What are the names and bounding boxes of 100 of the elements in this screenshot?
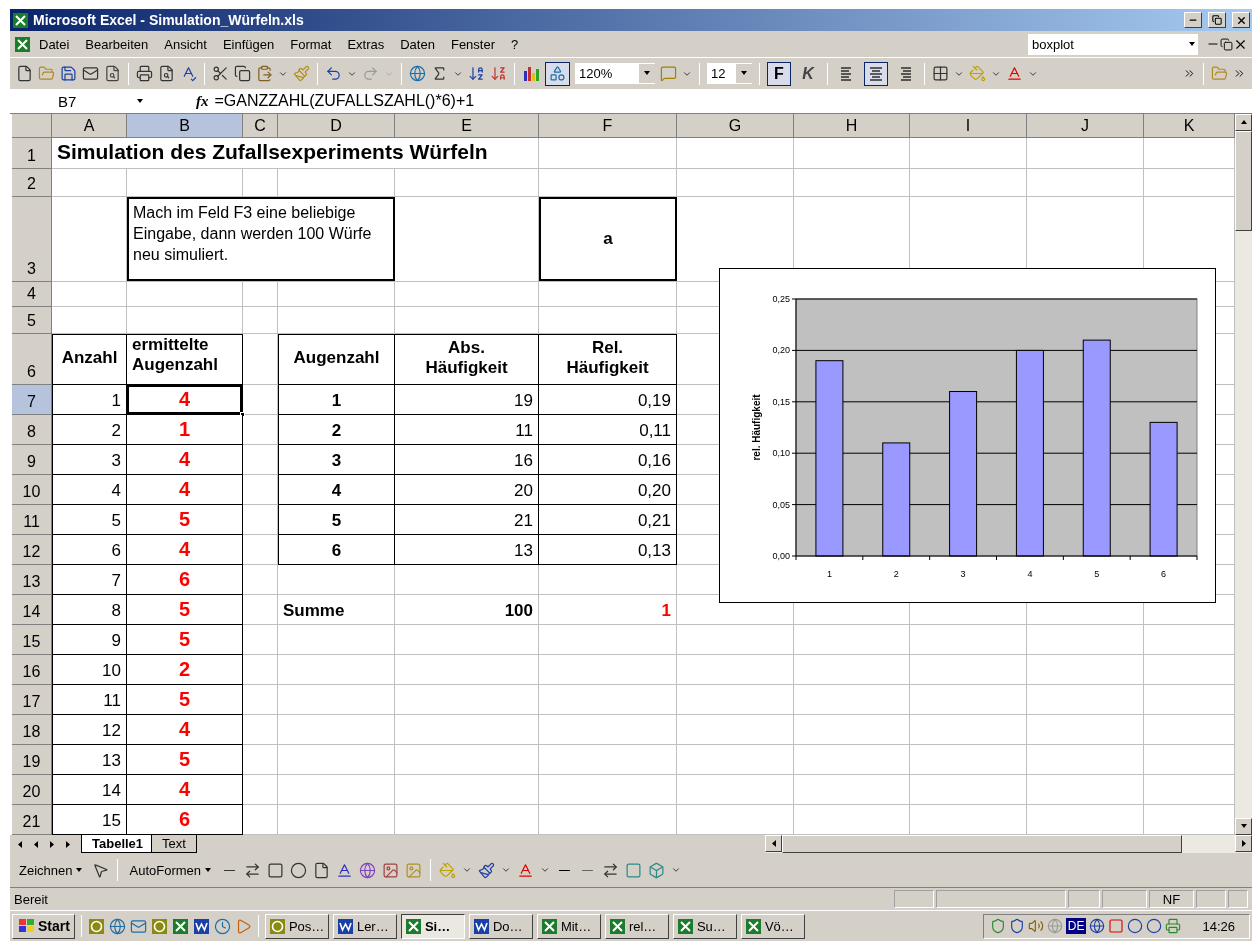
scroll-left-icon[interactable] xyxy=(769,839,778,848)
column-header[interactable]: F xyxy=(539,114,677,138)
menu-item[interactable]: Einfügen xyxy=(214,34,283,54)
row-header[interactable]: 14 xyxy=(12,595,52,625)
word-icon[interactable] xyxy=(336,917,354,935)
font-size-dropdown[interactable]: 12 xyxy=(707,63,752,84)
column-header[interactable]: D xyxy=(278,114,395,138)
row-header[interactable]: 3 xyxy=(12,197,52,282)
taskbar-button[interactable]: rel… xyxy=(604,913,669,939)
column-header[interactable]: B xyxy=(127,114,243,138)
excel-icon[interactable] xyxy=(12,11,29,29)
font-color-icon[interactable] xyxy=(517,861,535,879)
rectangle-icon[interactable] xyxy=(267,861,285,879)
row-header[interactable]: 4 xyxy=(12,282,52,307)
shield-icon[interactable] xyxy=(1008,918,1025,934)
menu-item[interactable]: Daten xyxy=(392,34,443,54)
column-header[interactable]: J xyxy=(1027,114,1144,138)
horizontal-scrollbar[interactable] xyxy=(765,835,1252,853)
mail-icon[interactable] xyxy=(129,917,147,935)
clock-icon[interactable] xyxy=(150,917,168,935)
globe-icon[interactable] xyxy=(1089,918,1106,934)
word-icon[interactable] xyxy=(472,917,490,935)
line-color-icon[interactable] xyxy=(478,861,496,879)
fill-color-icon[interactable] xyxy=(439,861,457,879)
menu-item[interactable]: Format xyxy=(282,34,340,54)
select-all-button[interactable] xyxy=(12,114,52,138)
row-header[interactable]: 5 xyxy=(12,307,52,334)
start-button[interactable]: Start xyxy=(12,913,75,939)
bar-chart-icon[interactable] xyxy=(522,65,540,82)
formula-field[interactable]: =GANZZAHL(ZUFALLSZAHL()*6)+1 xyxy=(214,92,475,110)
copy-icon[interactable] xyxy=(234,65,251,82)
browser-icon[interactable] xyxy=(108,917,126,935)
paste-icon[interactable] xyxy=(256,65,273,82)
printer-icon[interactable] xyxy=(1165,918,1182,934)
row-header[interactable]: 1 xyxy=(12,138,52,169)
column-header[interactable]: E xyxy=(395,114,539,138)
vertical-scrollbar[interactable] xyxy=(1235,114,1252,835)
font-color-icon[interactable] xyxy=(1006,65,1023,82)
row-header[interactable]: 21 xyxy=(12,805,52,835)
more-icon[interactable] xyxy=(1183,67,1196,80)
align-button[interactable] xyxy=(864,61,888,86)
minimize-button[interactable] xyxy=(1184,12,1202,28)
oval-icon[interactable] xyxy=(290,861,308,879)
autoshapes-menu[interactable]: AutoFormen xyxy=(126,860,216,880)
name-box[interactable]: B7 xyxy=(10,90,150,112)
row-header[interactable]: 11 xyxy=(12,505,52,535)
next-icon[interactable] xyxy=(48,839,56,849)
mail-icon[interactable] xyxy=(82,65,99,82)
taskbar-button[interactable]: Vö… xyxy=(740,913,805,939)
draw-menu[interactable]: Zeichnen xyxy=(16,860,87,880)
new-document-icon[interactable] xyxy=(16,65,33,82)
workbook-icon[interactable] xyxy=(14,35,31,53)
menu-item[interactable]: Extras xyxy=(339,34,393,54)
3d-icon[interactable] xyxy=(648,861,666,879)
help-search-field[interactable]: boxplot xyxy=(1028,33,1198,55)
windows-flag-icon[interactable] xyxy=(17,918,35,934)
row-header[interactable]: 6 xyxy=(12,334,52,385)
menu-item[interactable]: Datei xyxy=(31,34,78,54)
row-header[interactable]: 12 xyxy=(12,535,52,565)
arrow-icon[interactable] xyxy=(244,861,262,879)
row-header[interactable]: 15 xyxy=(12,625,52,655)
insert-function-button[interactable]: fx xyxy=(196,92,209,110)
scroll-right-icon[interactable] xyxy=(1239,839,1248,848)
speaker-icon[interactable] xyxy=(1027,918,1044,934)
taskbar-button[interactable]: Su… xyxy=(672,913,737,939)
column-header[interactable]: H xyxy=(794,114,910,138)
taskbar-button[interactable]: Do… xyxy=(468,913,533,939)
row-header[interactable]: 7 xyxy=(12,385,52,415)
row-header[interactable]: 18 xyxy=(12,715,52,745)
italic-button[interactable]: K xyxy=(796,61,820,86)
scroll-thumb[interactable] xyxy=(782,835,1182,853)
word-icon[interactable] xyxy=(192,917,210,935)
save-icon[interactable] xyxy=(60,65,77,82)
undo-icon[interactable] xyxy=(325,65,342,82)
align-center-icon[interactable] xyxy=(868,66,884,81)
sheet-tab[interactable]: Text xyxy=(151,835,197,853)
print-icon[interactable] xyxy=(136,65,153,82)
fill-color-icon[interactable] xyxy=(969,65,986,82)
menu-item[interactable]: ? xyxy=(503,34,527,54)
column-header[interactable]: K xyxy=(1144,114,1235,138)
taskbar-button[interactable]: Pos… xyxy=(264,913,329,939)
more-icon[interactable] xyxy=(1233,67,1246,80)
first-icon[interactable] xyxy=(16,839,24,849)
language-indicator[interactable]: DE xyxy=(1065,918,1087,934)
row-header[interactable]: 16 xyxy=(12,655,52,685)
previous-icon[interactable] xyxy=(32,839,40,849)
bold-button[interactable]: F xyxy=(767,61,791,86)
globe-icon[interactable] xyxy=(409,65,426,82)
row-header[interactable]: 9 xyxy=(12,445,52,475)
last-icon[interactable] xyxy=(64,839,72,849)
sort-descending-icon[interactable] xyxy=(490,65,507,82)
menu-item[interactable]: Fenster xyxy=(442,34,503,54)
restore-button[interactable] xyxy=(1208,12,1226,28)
taskbar-button[interactable]: Mit… xyxy=(536,913,601,939)
cut-icon[interactable] xyxy=(212,65,229,82)
row-header[interactable]: 2 xyxy=(12,169,52,197)
restore-icon[interactable] xyxy=(1212,15,1222,25)
sort-ascending-icon[interactable] xyxy=(468,65,485,82)
taskbar-button[interactable]: Si… xyxy=(400,913,465,939)
zoom-dropdown[interactable]: 120% xyxy=(575,63,655,84)
